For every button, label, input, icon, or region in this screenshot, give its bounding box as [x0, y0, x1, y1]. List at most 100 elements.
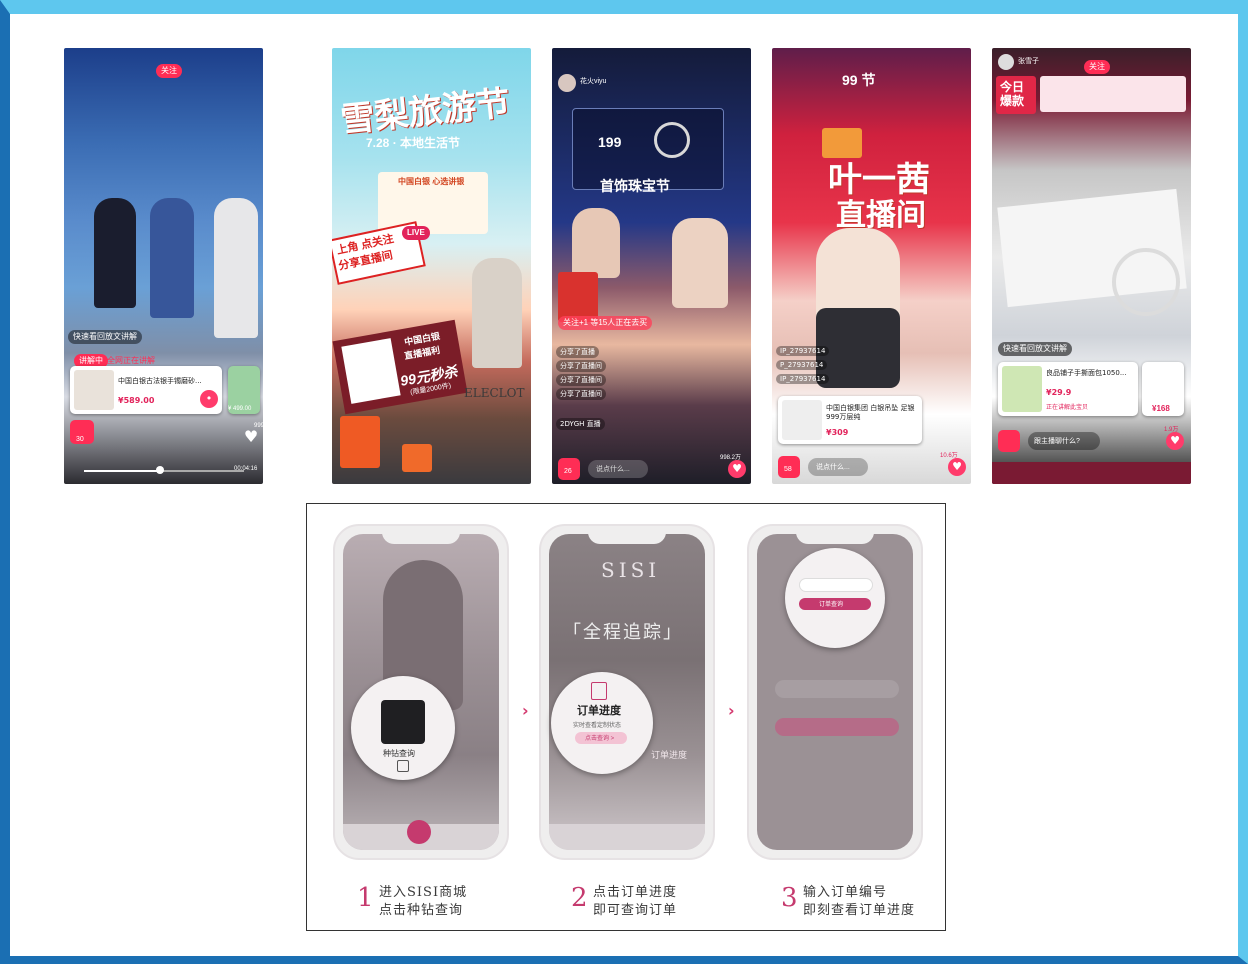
festival-title: 首饰珠宝节: [600, 179, 670, 195]
chat-message: 2DYGH 直播: [556, 418, 605, 430]
box-title: 中国白银 心选讲银: [398, 177, 465, 186]
product-card[interactable]: 中国白银古法银手镯磨砂... ¥589.00 •: [70, 366, 222, 414]
phone-step-1: 种钻查询: [333, 524, 509, 860]
avatar: [558, 74, 576, 92]
step-line-1: 输入订单编号: [803, 885, 888, 900]
livestream-screenshot-3[interactable]: 花火viyu 199 首饰珠宝节 关注+1 等15人正在去买 分享了直播 分享了…: [552, 48, 751, 484]
shopping-bag-icon[interactable]: [998, 430, 1020, 452]
chat-message: P_27937614: [776, 360, 828, 370]
order-icon: [591, 682, 607, 700]
zoom-bubble: 种钻查询: [351, 676, 455, 780]
bubble-button-label: 订单查询: [819, 602, 844, 608]
chevron-right-icon: ›: [522, 701, 529, 720]
bottom-nav[interactable]: [549, 824, 705, 850]
gift-bag: [340, 416, 380, 468]
zoom-bubble: 订单查询: [785, 548, 885, 648]
host-jacket: [816, 308, 900, 388]
like-icon[interactable]: ♥: [948, 458, 966, 476]
promo-card-product: [341, 338, 401, 404]
progress-handle[interactable]: [156, 466, 164, 474]
side-price: ¥ 499.00: [228, 406, 252, 412]
follow-button[interactable]: 关注: [1084, 60, 1110, 74]
host-figure: [672, 218, 728, 308]
follow-button[interactable]: 关注: [156, 64, 182, 78]
host-figure: [472, 258, 522, 368]
chevron-right-icon: ›: [728, 701, 735, 720]
comment-placeholder: 说点什么...: [816, 464, 850, 471]
today-title: 今日爆款: [1000, 80, 1025, 108]
festival-tag: 99 节: [842, 72, 876, 88]
phone-step-3: 订单查询: [747, 524, 923, 860]
bubble-input[interactable]: [799, 578, 873, 592]
side-label: 订单进度: [651, 750, 688, 760]
ring-box: [381, 700, 425, 744]
host-figure: [150, 198, 194, 318]
product-thumbnail: [74, 370, 114, 410]
phone-notch: [588, 526, 666, 544]
step-number: 1: [357, 883, 374, 913]
zoom-bubble: 订单进度 实时查看定制状态 点击查询 >: [551, 672, 653, 774]
query-button-label: 点击查询 >: [585, 736, 615, 742]
chat-message: 分享了直播间: [556, 388, 606, 400]
gift-box: [402, 444, 432, 472]
host-figure: [94, 198, 136, 308]
product-card[interactable]: 中国白银集团 白银吊坠 足银999万层纯 ¥309: [778, 396, 922, 444]
livestream-screenshot-4[interactable]: 99 节 叶一茜 直播间 IP_27937614 P_27937614 IP_2…: [772, 48, 971, 484]
price-tag: 199: [598, 134, 622, 150]
date-line: 7.28 · 本地生活节: [366, 136, 461, 150]
step-line-1: 点击订单进度: [593, 885, 678, 900]
order-query-button[interactable]: [775, 718, 899, 736]
livestream-screenshot-2[interactable]: 雪梨旅游节 7.28 · 本地生活节 中国白银 心选讲银 上角 点关注 分享直播…: [332, 48, 531, 484]
bag-count: 26: [564, 468, 572, 475]
avatar: [998, 54, 1014, 70]
price-table: [1040, 76, 1186, 112]
brand-text: ELECLOT: [464, 386, 525, 400]
brand-logo: SISI: [601, 558, 661, 582]
product-thumbnail: [1002, 366, 1042, 412]
play-time: 00:04:16: [234, 466, 258, 472]
chat-message: IP_27937614: [776, 346, 830, 356]
bottom-banner: [992, 462, 1191, 484]
bangle-image: [654, 122, 690, 158]
bubble-label: 种钻查询: [383, 749, 415, 758]
product-price: ¥29.9: [1046, 388, 1072, 397]
quick-replay-link[interactable]: 快速看回放文讲解: [68, 330, 142, 344]
quick-replay-link[interactable]: 快速看回放文讲解: [998, 342, 1072, 356]
host-name: 张雪子: [1018, 58, 1039, 65]
like-icon[interactable]: ♥: [728, 460, 746, 478]
phone-step-2: SISI 「全程追踪」 订单进度 订单进度 实时查看定制状态 点击查询 >: [539, 524, 715, 860]
product-title: 中国白银古法银手镯磨砂...: [118, 377, 202, 385]
step-number: 2: [571, 883, 588, 913]
home-center-icon[interactable]: [407, 820, 431, 844]
like-icon[interactable]: ♥: [1166, 432, 1184, 450]
step-line-2: 即刻查看订单进度: [803, 903, 916, 918]
livestream-screenshot-5[interactable]: 张雪子 关注 今日爆款 快速看回放文讲解 良品铺子手撕面包1050... ¥29…: [992, 48, 1191, 484]
product-card[interactable]: 良品铺子手撕面包1050... ¥29.9 正在讲解此宝贝: [998, 362, 1138, 416]
phone-notch: [796, 526, 874, 544]
chat-message: 分享了直播: [556, 346, 599, 358]
viewer-banner: 关注+1 等15人正在去买: [558, 316, 653, 330]
chat-message: 分享了直播间: [556, 360, 606, 372]
buy-icon[interactable]: •: [200, 390, 218, 408]
host-figure: [572, 208, 620, 278]
step-line-2: 即可查询订单: [593, 903, 678, 918]
host-figure: [214, 198, 258, 338]
product-title: 良品铺子手撕面包1050...: [1046, 369, 1127, 377]
bag-count: 58: [784, 466, 792, 473]
bubble-title: 订单进度: [577, 705, 621, 717]
chat-message: 分享了直播间: [556, 374, 606, 386]
step-line-1: 进入SISI商城: [379, 885, 468, 900]
bangle-image: [1112, 248, 1180, 316]
step-number: 3: [781, 883, 798, 913]
headline: 雪梨旅游节: [338, 83, 512, 141]
order-number-input[interactable]: [775, 680, 899, 698]
comment-placeholder: 跟主播聊什么?: [1034, 438, 1080, 445]
product-price: ¥589.00: [118, 396, 155, 405]
side-price: ¥168: [1152, 404, 1170, 413]
livestream-screenshot-1[interactable]: 关注 快速看回放文讲解 讲解中 全网正在讲解 中国白银古法银手镯磨砂... ¥5…: [64, 48, 263, 484]
phone-notch: [382, 526, 460, 544]
like-icon[interactable]: ♥: [242, 428, 260, 446]
product-thumbnail: [782, 400, 822, 440]
query-icon[interactable]: [397, 760, 409, 772]
step-line-2: 点击种钻查询: [379, 903, 464, 918]
